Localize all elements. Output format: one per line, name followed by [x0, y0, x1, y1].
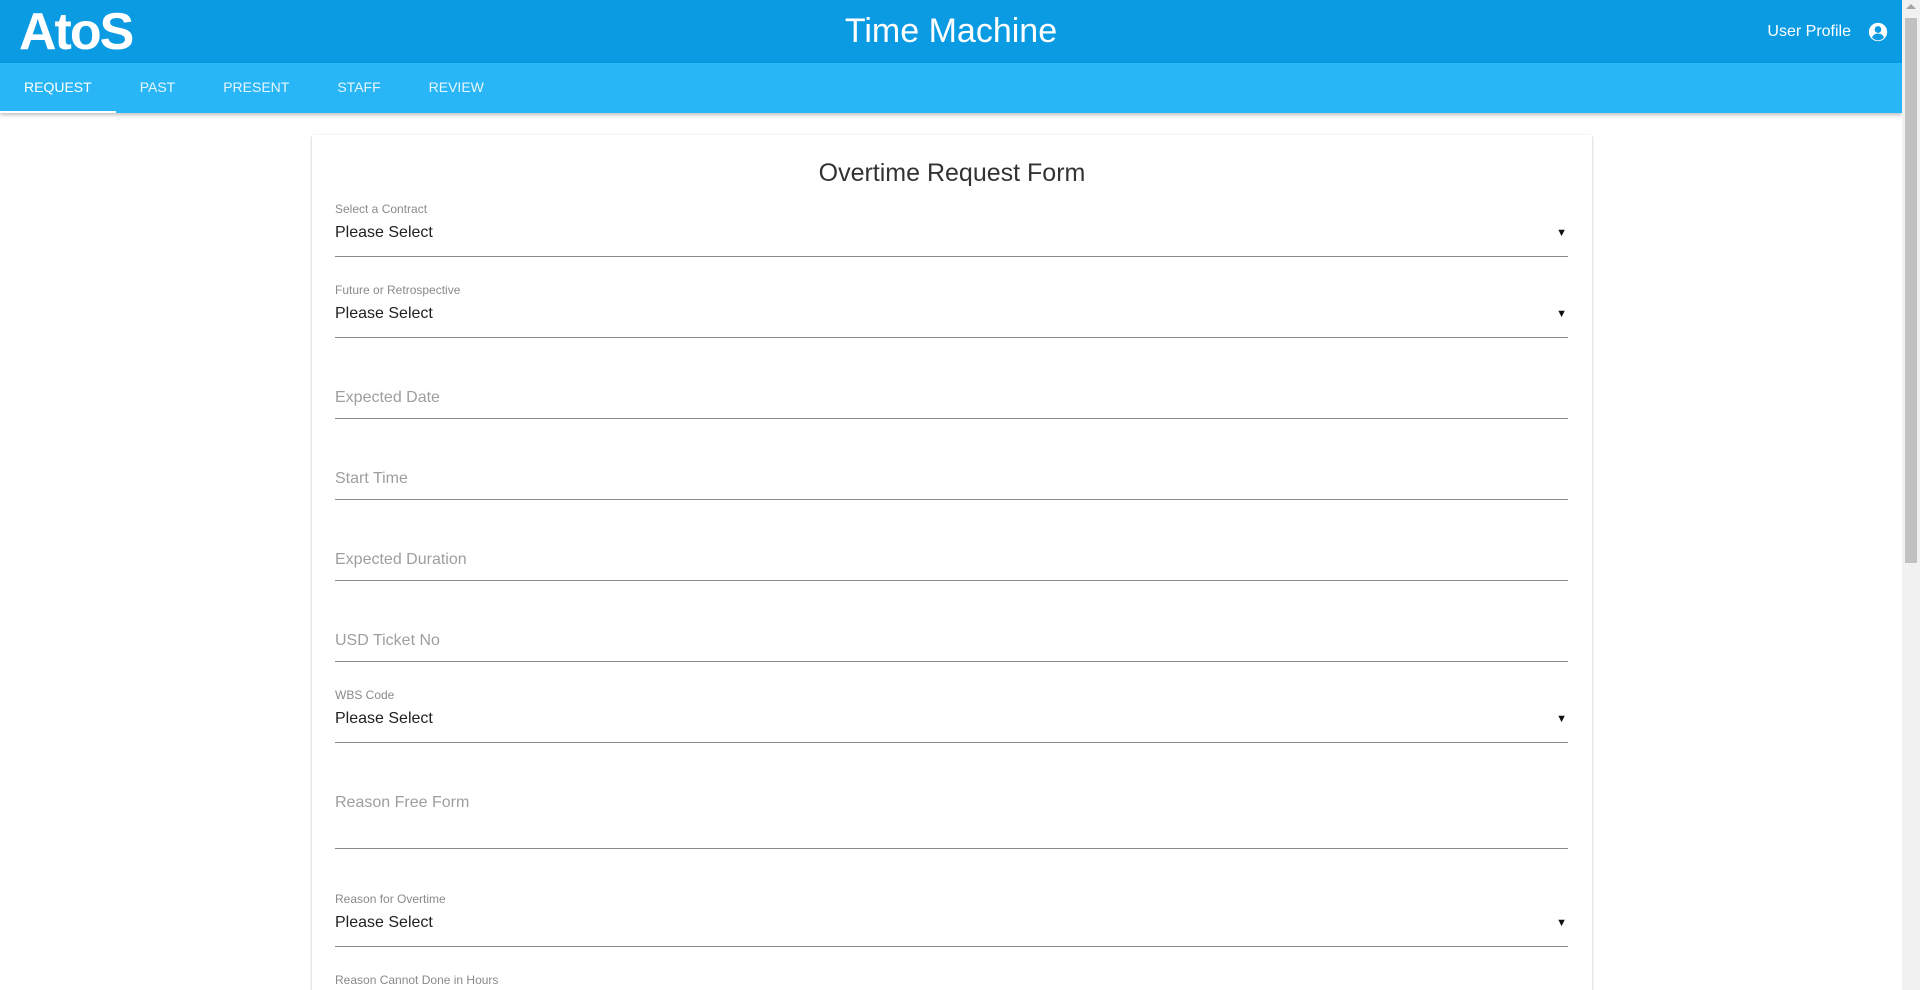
contract-value: Please Select — [335, 224, 433, 241]
atos-logo[interactable]: AtoS — [19, 6, 134, 58]
start-time-input[interactable]: Start Time — [335, 445, 1568, 500]
user-profile-label: User Profile — [1767, 22, 1851, 40]
scroll-up-arrow-icon[interactable] — [1906, 4, 1916, 9]
usd-ticket-input[interactable]: USD Ticket No — [335, 607, 1568, 662]
app-title: Time Machine — [844, 12, 1058, 50]
user-profile-button[interactable]: User Profile — [1767, 0, 1888, 63]
top-app-bar: AtoS Time Machine User Profile — [0, 0, 1902, 63]
dropdown-arrow-icon: ▼ — [1556, 713, 1567, 725]
tab-present[interactable]: PRESENT — [199, 63, 313, 113]
expected-duration-input[interactable]: Expected Duration — [335, 526, 1568, 581]
future-retrospective-select[interactable]: Future or Retrospective Please Select ▼ — [335, 283, 1568, 338]
reason-for-overtime-label: Reason for Overtime — [335, 892, 446, 906]
contract-label: Select a Contract — [335, 202, 428, 216]
start-time-placeholder: Start Time — [335, 470, 408, 487]
form-title: Overtime Request Form — [818, 159, 1086, 187]
reason-cannot-done-select[interactable]: Reason Cannot Done in Hours — [335, 973, 1568, 990]
future-retrospective-label: Future or Retrospective — [335, 283, 461, 297]
overtime-request-card: Overtime Request Form Select a Contract … — [312, 135, 1592, 990]
reason-cannot-done-label: Reason Cannot Done in Hours — [335, 973, 499, 987]
reason-free-form-placeholder: Reason Free Form — [335, 794, 470, 811]
account-circle-icon — [1868, 22, 1888, 41]
tab-past[interactable]: PAST — [116, 63, 200, 113]
future-retrospective-value: Please Select — [335, 305, 433, 322]
dropdown-arrow-icon: ▼ — [1556, 308, 1567, 320]
usd-ticket-placeholder: USD Ticket No — [335, 632, 440, 649]
wbs-code-value: Please Select — [335, 710, 433, 727]
expected-date-input[interactable]: Expected Date — [335, 364, 1568, 419]
app-root: AtoS Time Machine User Profile REQUEST P… — [0, 0, 1920, 990]
tab-request[interactable]: REQUEST — [0, 63, 116, 113]
tab-review[interactable]: REVIEW — [405, 63, 508, 113]
reason-free-form-textarea[interactable]: Reason Free Form — [335, 769, 1568, 849]
page-scrollbar[interactable] — [1902, 0, 1920, 990]
contract-select[interactable]: Select a Contract Please Select ▼ — [335, 202, 1568, 257]
scrollbar-thumb[interactable] — [1905, 18, 1917, 563]
reason-for-overtime-value: Please Select — [335, 914, 433, 931]
reason-for-overtime-select[interactable]: Reason for Overtime Please Select ▼ — [335, 892, 1568, 947]
expected-duration-placeholder: Expected Duration — [335, 551, 467, 568]
wbs-code-select[interactable]: WBS Code Please Select ▼ — [335, 688, 1568, 743]
dropdown-arrow-icon: ▼ — [1556, 227, 1567, 239]
dropdown-arrow-icon: ▼ — [1556, 917, 1567, 929]
nav-tabs: REQUEST PAST PRESENT STAFF REVIEW — [0, 63, 1902, 113]
wbs-code-label: WBS Code — [335, 688, 395, 702]
expected-date-placeholder: Expected Date — [335, 389, 440, 406]
tab-staff[interactable]: STAFF — [313, 63, 404, 113]
